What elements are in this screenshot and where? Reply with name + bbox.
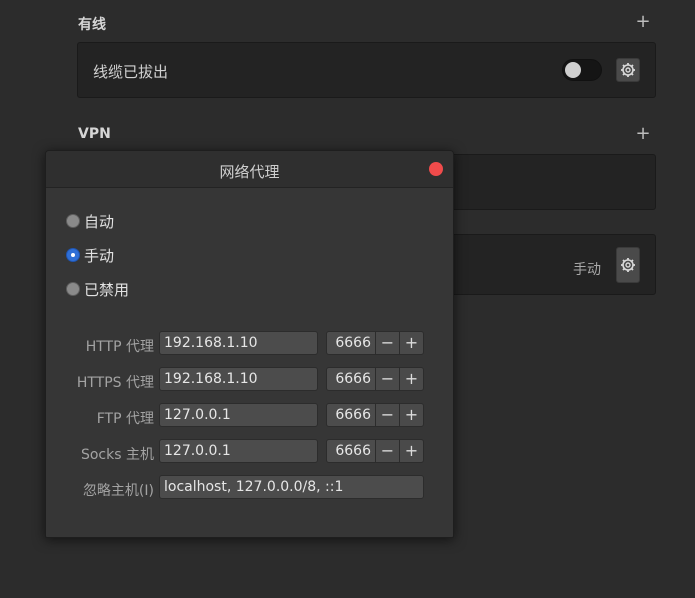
radio-label: 已禁用	[84, 280, 130, 299]
ftp-port-decrement-button[interactable]: −	[376, 403, 400, 427]
add-wired-button[interactable]: +	[634, 13, 652, 32]
wired-toggle[interactable]	[562, 59, 602, 81]
proxy-mode-text: 手动	[573, 262, 601, 278]
radio-indicator	[66, 214, 80, 228]
socks-port-spinner: 6666 − +	[326, 439, 424, 463]
http-proxy-label: HTTP 代理	[85, 339, 154, 355]
radio-label: 自动	[84, 212, 115, 231]
ignore-hosts-input[interactable]: localhost, 127.0.0.0/8, ::1	[159, 475, 424, 499]
dialog-header: 网络代理	[46, 151, 453, 188]
socks-host-label: Socks 主机	[80, 447, 154, 463]
gear-icon	[621, 63, 635, 77]
socks-port-input[interactable]: 6666	[326, 439, 376, 463]
dialog-title: 网络代理	[219, 163, 280, 181]
socks-port-increment-button[interactable]: +	[400, 439, 424, 463]
radio-manual[interactable]: 手动	[66, 245, 114, 265]
radio-indicator	[66, 282, 80, 296]
ftp-port-increment-button[interactable]: +	[400, 403, 424, 427]
socks-port-decrement-button[interactable]: −	[376, 439, 400, 463]
https-proxy-port-spinner: 6666 − +	[326, 367, 424, 391]
add-vpn-button[interactable]: +	[634, 125, 652, 144]
http-proxy-port-input[interactable]: 6666	[326, 331, 376, 355]
proxy-settings-button[interactable]	[616, 247, 640, 283]
https-proxy-host-input[interactable]: 192.168.1.10	[159, 367, 318, 391]
toggle-knob	[565, 62, 581, 78]
vpn-section-title: VPN	[78, 126, 111, 142]
ignore-hosts-label: 忽略主机(I)	[82, 483, 154, 499]
radio-automatic[interactable]: 自动	[66, 211, 114, 231]
ftp-proxy-port-input[interactable]: 6666	[326, 403, 376, 427]
ftp-proxy-label: FTP 代理	[96, 411, 154, 427]
gear-icon	[621, 258, 635, 272]
http-port-decrement-button[interactable]: −	[376, 331, 400, 355]
ftp-proxy-port-spinner: 6666 − +	[326, 403, 424, 427]
https-proxy-port-input[interactable]: 6666	[326, 367, 376, 391]
wired-settings-button[interactable]	[616, 58, 640, 82]
radio-disabled[interactable]: 已禁用	[66, 279, 129, 299]
radio-indicator	[66, 248, 80, 262]
radio-label: 手动	[84, 246, 115, 265]
https-proxy-label: HTTPS 代理	[76, 375, 154, 391]
http-proxy-port-spinner: 6666 − +	[326, 331, 424, 355]
wired-panel: 线缆已拔出	[77, 42, 656, 98]
https-port-increment-button[interactable]: +	[400, 367, 424, 391]
wired-status-label: 线缆已拔出	[93, 63, 169, 81]
wired-section-title: 有线	[78, 17, 106, 33]
http-port-increment-button[interactable]: +	[400, 331, 424, 355]
https-port-decrement-button[interactable]: −	[376, 367, 400, 391]
close-button[interactable]	[429, 162, 443, 176]
http-proxy-host-input[interactable]: 192.168.1.10	[159, 331, 318, 355]
socks-host-input[interactable]: 127.0.0.1	[159, 439, 318, 463]
ftp-proxy-host-input[interactable]: 127.0.0.1	[159, 403, 318, 427]
network-proxy-dialog: 网络代理 自动 手动 已禁用 HTTP 代理 192.168.1.10 6666…	[45, 150, 454, 538]
